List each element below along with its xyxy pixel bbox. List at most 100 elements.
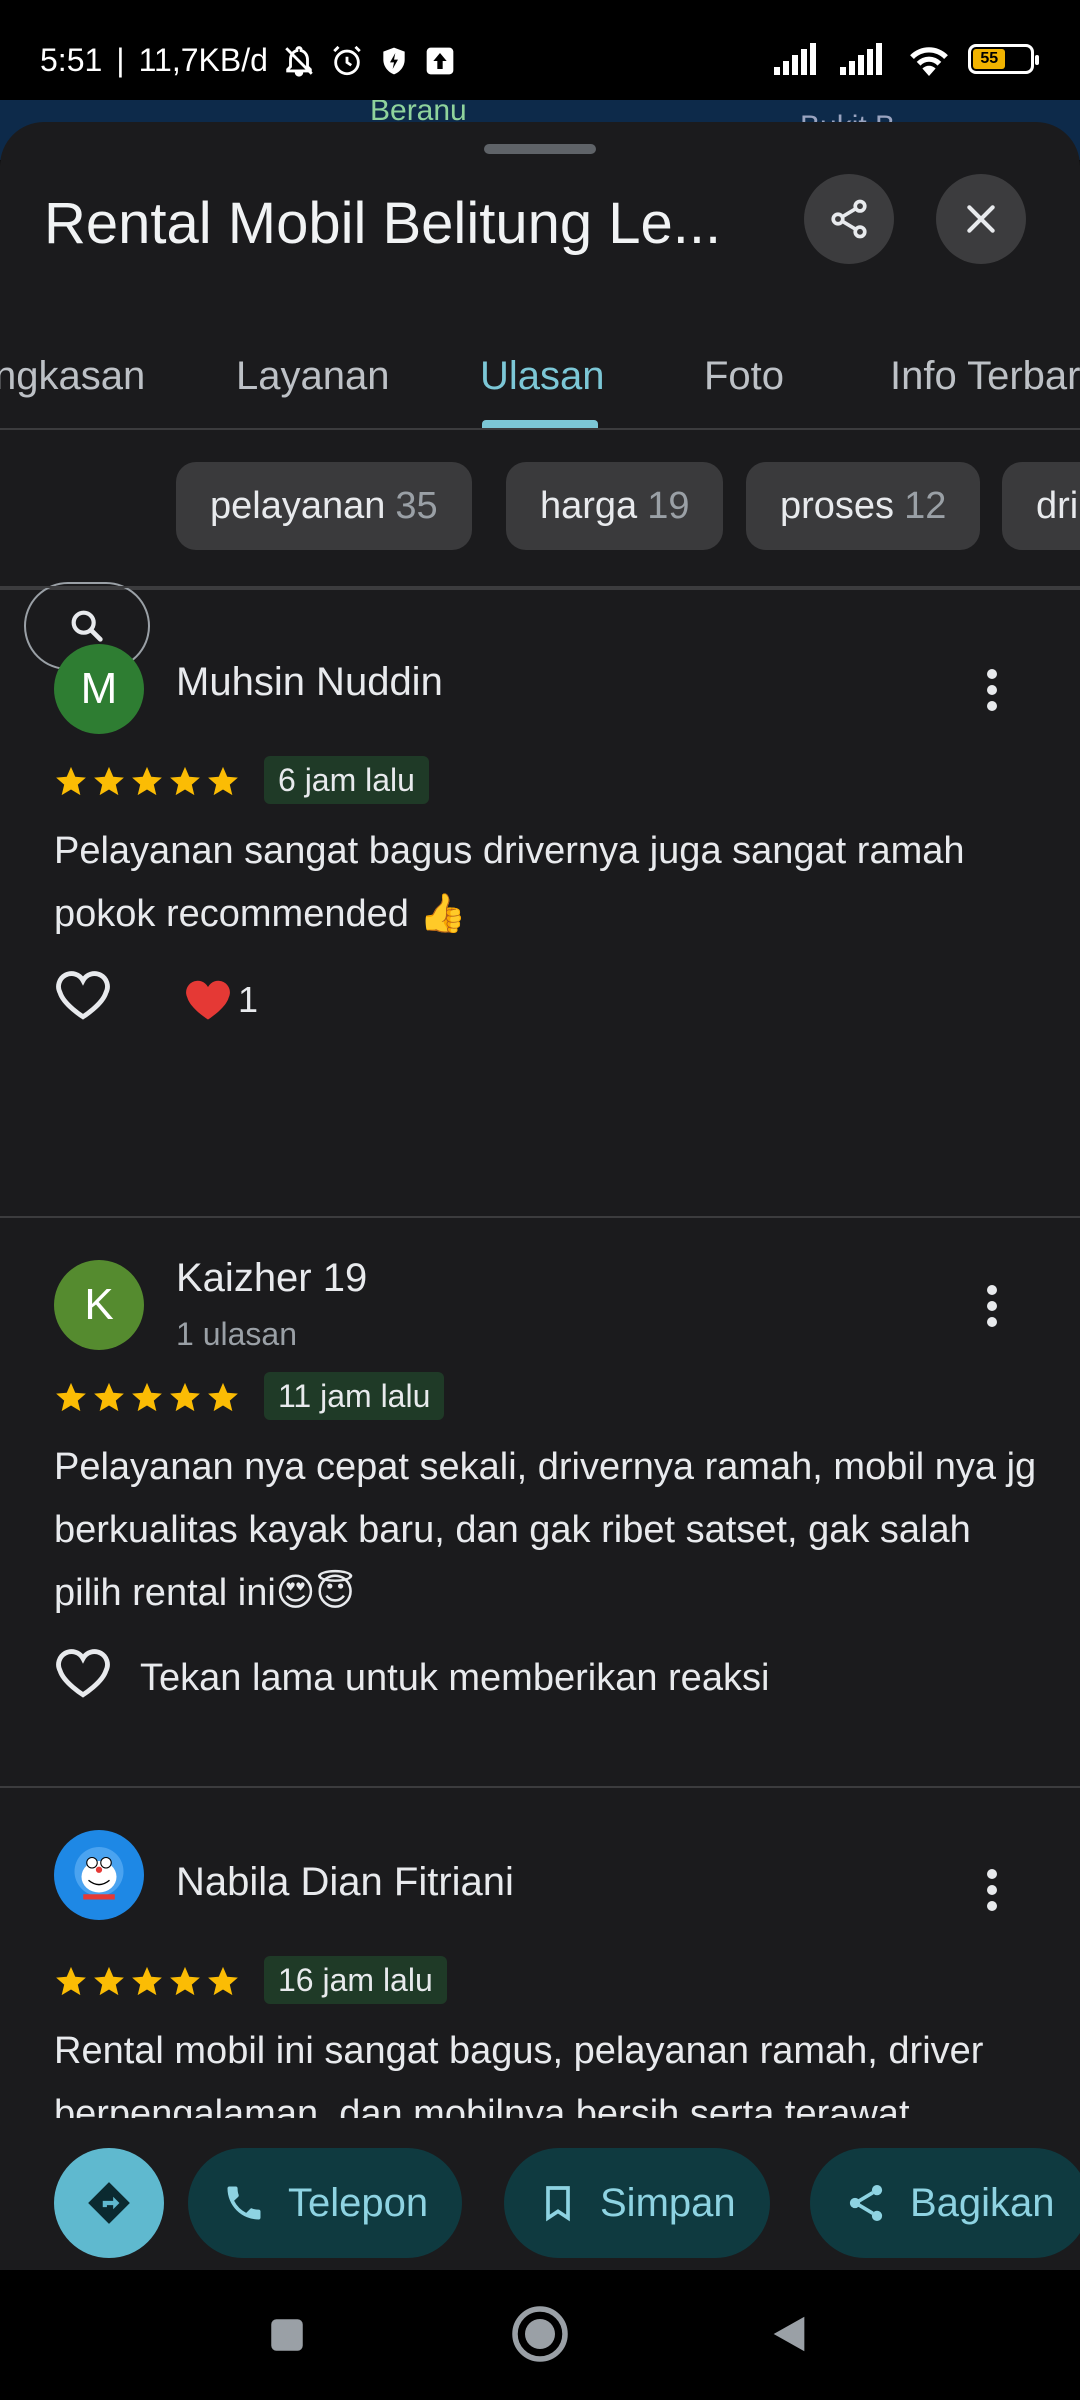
bookmark-icon <box>546 2186 570 2222</box>
review-time-badge: 11 jam lalu <box>264 1372 445 1420</box>
avatar[interactable]: M <box>54 644 144 734</box>
directions-button[interactable] <box>54 2148 164 2258</box>
reaction-count[interactable]: 1 <box>182 976 258 1024</box>
tab-ulasan[interactable]: Ulasan <box>480 354 605 399</box>
review-text[interactable]: Pelayanan sangat bagus drivernya juga sa… <box>54 820 1044 946</box>
muted-bell-icon <box>282 44 316 78</box>
save-label: Simpan <box>600 2180 736 2225</box>
reviewer-name[interactable]: Kaizher 19 <box>176 1256 367 1301</box>
tab-info-terbaru[interactable]: Info Terbar <box>890 354 1080 399</box>
status-left: 5:51 | 11,7KB/d <box>40 42 456 79</box>
chip-harga[interactable]: harga 19 <box>506 462 724 550</box>
tab-bar: ngkasan Layanan Ulasan Foto Info Terbar <box>0 302 1080 430</box>
like-button[interactable] <box>54 1646 112 1710</box>
status-bar: 5:51 | 11,7KB/d 55 <box>0 0 1080 110</box>
star-icon <box>170 766 200 796</box>
more-options-button[interactable] <box>972 1860 1012 1920</box>
more-options-button[interactable] <box>972 1276 1012 1336</box>
chip-pelayanan[interactable]: pelayanan 35 <box>176 462 472 550</box>
reaction-hint: Tekan lama untuk memberikan reaksi <box>140 1656 770 1699</box>
recents-button[interactable] <box>266 2314 308 2361</box>
star-icon <box>132 1966 162 1996</box>
chip-driver[interactable]: dri <box>1002 462 1080 550</box>
reaction-row: 1 <box>54 968 258 1032</box>
alarm-icon <box>330 44 364 78</box>
system-nav-bar <box>0 2270 1080 2400</box>
star-rating <box>54 764 240 798</box>
more-vert-icon <box>987 669 997 711</box>
tab-foto[interactable]: Foto <box>704 354 784 399</box>
chip-label: harga <box>540 484 638 527</box>
chip-count: 35 <box>395 484 438 527</box>
call-button[interactable]: Telepon <box>188 2148 463 2258</box>
tab-layanan[interactable]: Layanan <box>236 354 389 399</box>
tab-ringkasan[interactable]: ngkasan <box>0 354 145 399</box>
drag-handle[interactable] <box>484 144 596 154</box>
review-card: M Muhsin Nuddin 6 jam lalu Pelayanan san… <box>0 588 1080 1218</box>
cartoon-avatar-icon <box>74 1847 124 1900</box>
star-icon <box>208 1966 238 1996</box>
reaction-count-value: 1 <box>238 979 259 1020</box>
star-icon <box>56 766 86 796</box>
reviewer-name[interactable]: Muhsin Nuddin <box>176 660 443 705</box>
heart-outline-icon <box>56 1649 110 1698</box>
review-time-badge: 16 jam lalu <box>264 1956 447 2004</box>
status-right: 55 <box>774 42 1039 76</box>
home-button[interactable] <box>510 2304 570 2369</box>
signal-icon-2 <box>840 43 890 75</box>
avatar[interactable] <box>54 1830 144 1920</box>
back-button[interactable] <box>766 2308 812 2365</box>
reaction-row: Tekan lama untuk memberikan reaksi <box>54 1646 769 1710</box>
wifi-icon <box>906 42 952 76</box>
status-separator: | <box>116 42 125 78</box>
review-time-badge: 6 jam lalu <box>264 756 429 804</box>
more-vert-icon <box>987 1285 997 1327</box>
chip-label: dri <box>1036 484 1079 527</box>
signal-icon <box>774 43 824 75</box>
active-tab-indicator <box>482 420 598 428</box>
review-card: K Kaizher 19 1 ulasan 11 jam lalu Pelaya… <box>0 1218 1080 1788</box>
save-button[interactable]: Simpan <box>504 2148 770 2258</box>
close-icon <box>967 205 995 233</box>
chip-count: 19 <box>647 484 690 527</box>
back-triangle-icon <box>773 2316 805 2352</box>
star-icon <box>170 1382 200 1412</box>
chip-count: 12 <box>904 484 947 527</box>
reviewer-name[interactable]: Nabila Dian Fitriani <box>176 1860 514 1905</box>
heart-outline-icon <box>56 971 110 1020</box>
chip-proses[interactable]: proses 12 <box>746 462 981 550</box>
star-icon <box>56 1966 86 1996</box>
action-bar: Telepon Simpan Bagikan <box>0 2118 1080 2270</box>
share-button[interactable] <box>804 174 894 264</box>
home-circle-icon <box>512 2306 568 2362</box>
status-time: 5:51 <box>40 42 103 78</box>
avatar[interactable]: K <box>54 1260 144 1350</box>
chip-label: pelayanan <box>210 484 386 527</box>
more-options-button[interactable] <box>972 660 1012 720</box>
shield-bolt-icon <box>378 44 410 78</box>
like-button[interactable] <box>54 968 112 1032</box>
close-button[interactable] <box>936 174 1026 264</box>
directions-icon <box>88 2182 130 2224</box>
chip-label: proses <box>780 484 895 527</box>
star-rating <box>54 1964 240 1998</box>
more-vert-icon <box>987 1869 997 1911</box>
upload-icon <box>424 45 456 77</box>
star-icon <box>208 766 238 796</box>
place-title: Rental Mobil Belitung Le... <box>44 191 722 256</box>
star-icon <box>94 766 124 796</box>
battery-icon: 55 <box>968 44 1039 74</box>
square-icon <box>271 2319 303 2351</box>
share-icon <box>831 199 867 239</box>
reviewer-review-count: 1 ulasan <box>176 1316 297 1352</box>
star-icon <box>132 1382 162 1412</box>
star-icon <box>94 1966 124 1996</box>
share-label: Bagikan <box>910 2180 1055 2225</box>
place-sheet: Rental Mobil Belitung Le... ngkasan Laya… <box>0 122 1080 2270</box>
review-text[interactable]: Pelayanan nya cepat sekali, drivernya ra… <box>54 1436 1044 1625</box>
share-place-button[interactable]: Bagikan <box>810 2148 1080 2258</box>
star-rating <box>54 1380 240 1414</box>
star-icon <box>56 1382 86 1412</box>
call-label: Telepon <box>288 2180 429 2225</box>
star-icon <box>94 1382 124 1412</box>
